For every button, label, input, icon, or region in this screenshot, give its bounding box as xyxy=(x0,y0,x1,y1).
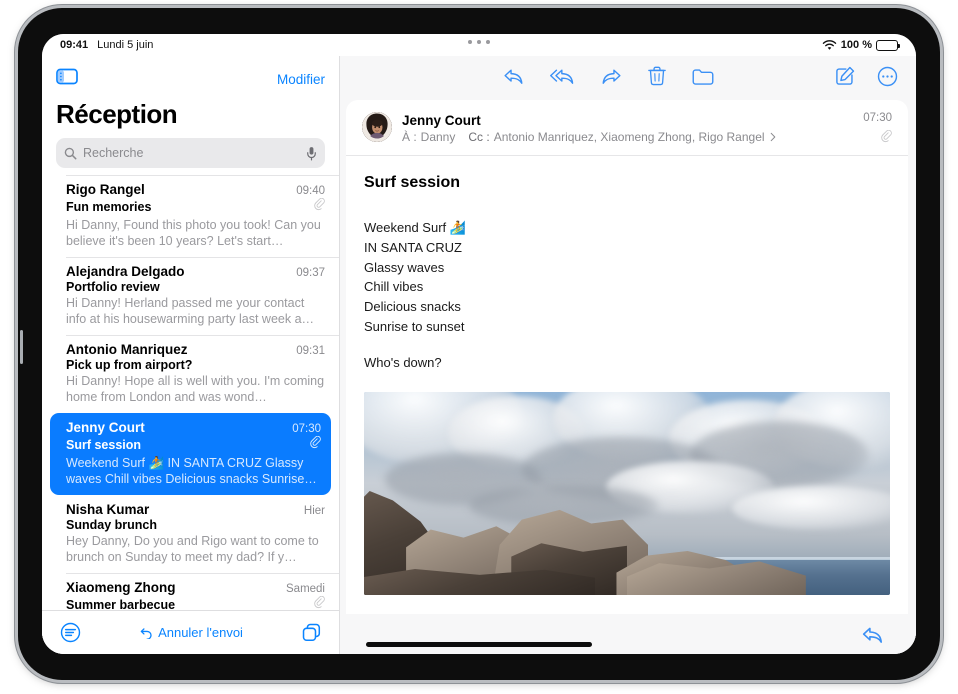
list-item[interactable]: Xiaomeng Zhong Samedi Summer barbecue Da… xyxy=(42,573,339,610)
microphone-icon[interactable] xyxy=(306,146,317,161)
undo-arrow-icon xyxy=(140,627,153,639)
list-item[interactable]: Alejandra Delgado 09:37 Portfolio review… xyxy=(42,257,339,335)
message-subject: Fun memories xyxy=(66,200,151,214)
message-header-meta: 07:30 xyxy=(863,112,892,143)
cc-label: Cc : xyxy=(468,130,489,144)
sender-name: Jenny Court xyxy=(402,113,853,128)
message-preview: Hey Danny, Do you and Rigo want to come … xyxy=(66,533,325,565)
paperclip-icon xyxy=(881,130,892,143)
body-closing-line: Who's down? xyxy=(364,353,890,373)
message-subject: Portfolio review xyxy=(66,280,160,294)
list-item[interactable]: Antonio Manriquez 09:31 Pick up from air… xyxy=(42,335,339,413)
status-time: 09:41 xyxy=(60,39,88,51)
detail-bottom-bar xyxy=(340,614,916,654)
message-header-text: Jenny Court À : Danny Cc : Antonio Manri… xyxy=(402,112,853,144)
paperclip-icon xyxy=(310,436,321,454)
folder-icon[interactable] xyxy=(692,67,714,85)
reply-icon[interactable] xyxy=(503,67,524,85)
body-line: Glassy waves xyxy=(364,258,890,278)
page-title: Réception xyxy=(56,99,325,130)
status-bar: 09:41 Lundi 5 juin 100 % xyxy=(42,34,916,56)
side-button[interactable] xyxy=(20,330,23,364)
message-subject: Summer barbecue xyxy=(66,598,175,610)
mail-sidebar: Modifier Réception Recherche xyxy=(42,56,340,654)
split-view: Modifier Réception Recherche xyxy=(42,56,916,654)
list-item-selected[interactable]: Jenny Court 07:30 Surf session Weekend S… xyxy=(50,413,331,495)
message-time: 07:30 xyxy=(292,423,321,435)
paperclip-icon xyxy=(314,596,325,610)
message-subject: Surf session xyxy=(66,438,141,452)
message-preview: Hi Danny! Hope all is well with you. I'm… xyxy=(66,373,325,405)
sidebar-nav-bar: Modifier xyxy=(56,64,325,94)
message-subject: Pick up from airport? xyxy=(66,358,192,372)
message-detail-pane: Jenny Court À : Danny Cc : Antonio Manri… xyxy=(340,56,916,654)
list-item[interactable]: Nisha Kumar Hier Sunday brunch Hey Danny… xyxy=(42,495,339,573)
message-subject-heading: Surf session xyxy=(364,174,890,192)
message-time: Samedi xyxy=(286,583,325,595)
message-sender: Nisha Kumar xyxy=(66,502,149,517)
body-line: Delicious snacks xyxy=(364,297,890,317)
edit-button[interactable]: Modifier xyxy=(277,72,325,87)
message-sender: Jenny Court xyxy=(66,420,145,435)
search-icon xyxy=(64,147,77,160)
home-indicator[interactable] xyxy=(366,642,592,647)
body-line: Chill vibes xyxy=(364,277,890,297)
filter-icon[interactable] xyxy=(60,622,81,643)
message-time: 07:30 xyxy=(863,112,892,124)
message-header[interactable]: Jenny Court À : Danny Cc : Antonio Manri… xyxy=(346,100,908,156)
message-card: Jenny Court À : Danny Cc : Antonio Manri… xyxy=(346,100,908,614)
ipad-screen: 09:41 Lundi 5 juin 100 % xyxy=(42,34,916,654)
ipad-device-frame: 09:41 Lundi 5 juin 100 % xyxy=(18,8,940,680)
message-time: Hier xyxy=(304,505,325,517)
status-date: Lundi 5 juin xyxy=(97,39,153,51)
battery-full-icon xyxy=(876,40,898,51)
message-time: 09:40 xyxy=(296,185,325,197)
message-time: 09:37 xyxy=(296,267,325,279)
to-value: Danny xyxy=(421,130,456,144)
message-sender: Alejandra Delgado xyxy=(66,264,185,279)
message-preview: Hi Danny! Herland passed me your contact… xyxy=(66,295,325,327)
duplicate-window-icon[interactable] xyxy=(302,623,321,642)
recipients-line[interactable]: À : Danny Cc : Antonio Manriquez, Xiaome… xyxy=(402,130,853,144)
coastal-rocks-photo[interactable] xyxy=(364,392,890,595)
message-body: Surf session Weekend Surf 🏄 IN SANTA CRU… xyxy=(346,156,908,614)
battery-percent-label: 100 % xyxy=(841,39,872,51)
chevron-right-icon[interactable] xyxy=(770,132,776,142)
body-line: IN SANTA CRUZ xyxy=(364,238,890,258)
forward-icon[interactable] xyxy=(601,67,622,85)
sidebar-bottom-toolbar: Annuler l'envoi xyxy=(42,610,339,654)
cc-value: Antonio Manriquez, Xiaomeng Zhong, Rigo … xyxy=(494,130,765,144)
undo-send-button[interactable]: Annuler l'envoi xyxy=(140,625,243,640)
message-sender: Antonio Manriquez xyxy=(66,342,188,357)
message-list[interactable]: Rigo Rangel 09:40 Fun memories Hi Danny,… xyxy=(42,175,339,610)
compose-icon[interactable] xyxy=(835,66,855,86)
multitasking-dots-icon[interactable] xyxy=(468,40,490,44)
message-preview: Weekend Surf 🏄 IN SANTA CRUZ Glassy wave… xyxy=(66,455,321,487)
wifi-icon xyxy=(822,40,837,51)
list-item[interactable]: Rigo Rangel 09:40 Fun memories Hi Danny,… xyxy=(42,175,339,257)
trash-icon[interactable] xyxy=(648,66,666,86)
body-line: Sunrise to sunset xyxy=(364,317,890,337)
more-ellipsis-icon[interactable] xyxy=(877,66,898,87)
message-sender: Rigo Rangel xyxy=(66,182,145,197)
detail-toolbar xyxy=(340,56,916,96)
paperclip-icon xyxy=(314,198,325,216)
reply-all-icon[interactable] xyxy=(550,67,575,85)
undo-send-label: Annuler l'envoi xyxy=(158,625,243,640)
search-placeholder: Recherche xyxy=(83,146,300,160)
message-preview: Hi Danny, Found this photo you took! Can… xyxy=(66,217,325,249)
search-input[interactable]: Recherche xyxy=(56,138,325,168)
message-subject: Sunday brunch xyxy=(66,518,157,532)
message-time: 09:31 xyxy=(296,345,325,357)
to-label: À : xyxy=(402,130,417,144)
reply-icon[interactable] xyxy=(861,625,884,644)
body-line: Weekend Surf 🏄 xyxy=(364,218,890,238)
message-sender: Xiaomeng Zhong xyxy=(66,580,176,595)
avatar[interactable] xyxy=(362,112,392,142)
sidebar-header: Modifier Réception Recherche xyxy=(42,56,339,175)
sidebar-toggle-icon[interactable] xyxy=(56,68,78,90)
